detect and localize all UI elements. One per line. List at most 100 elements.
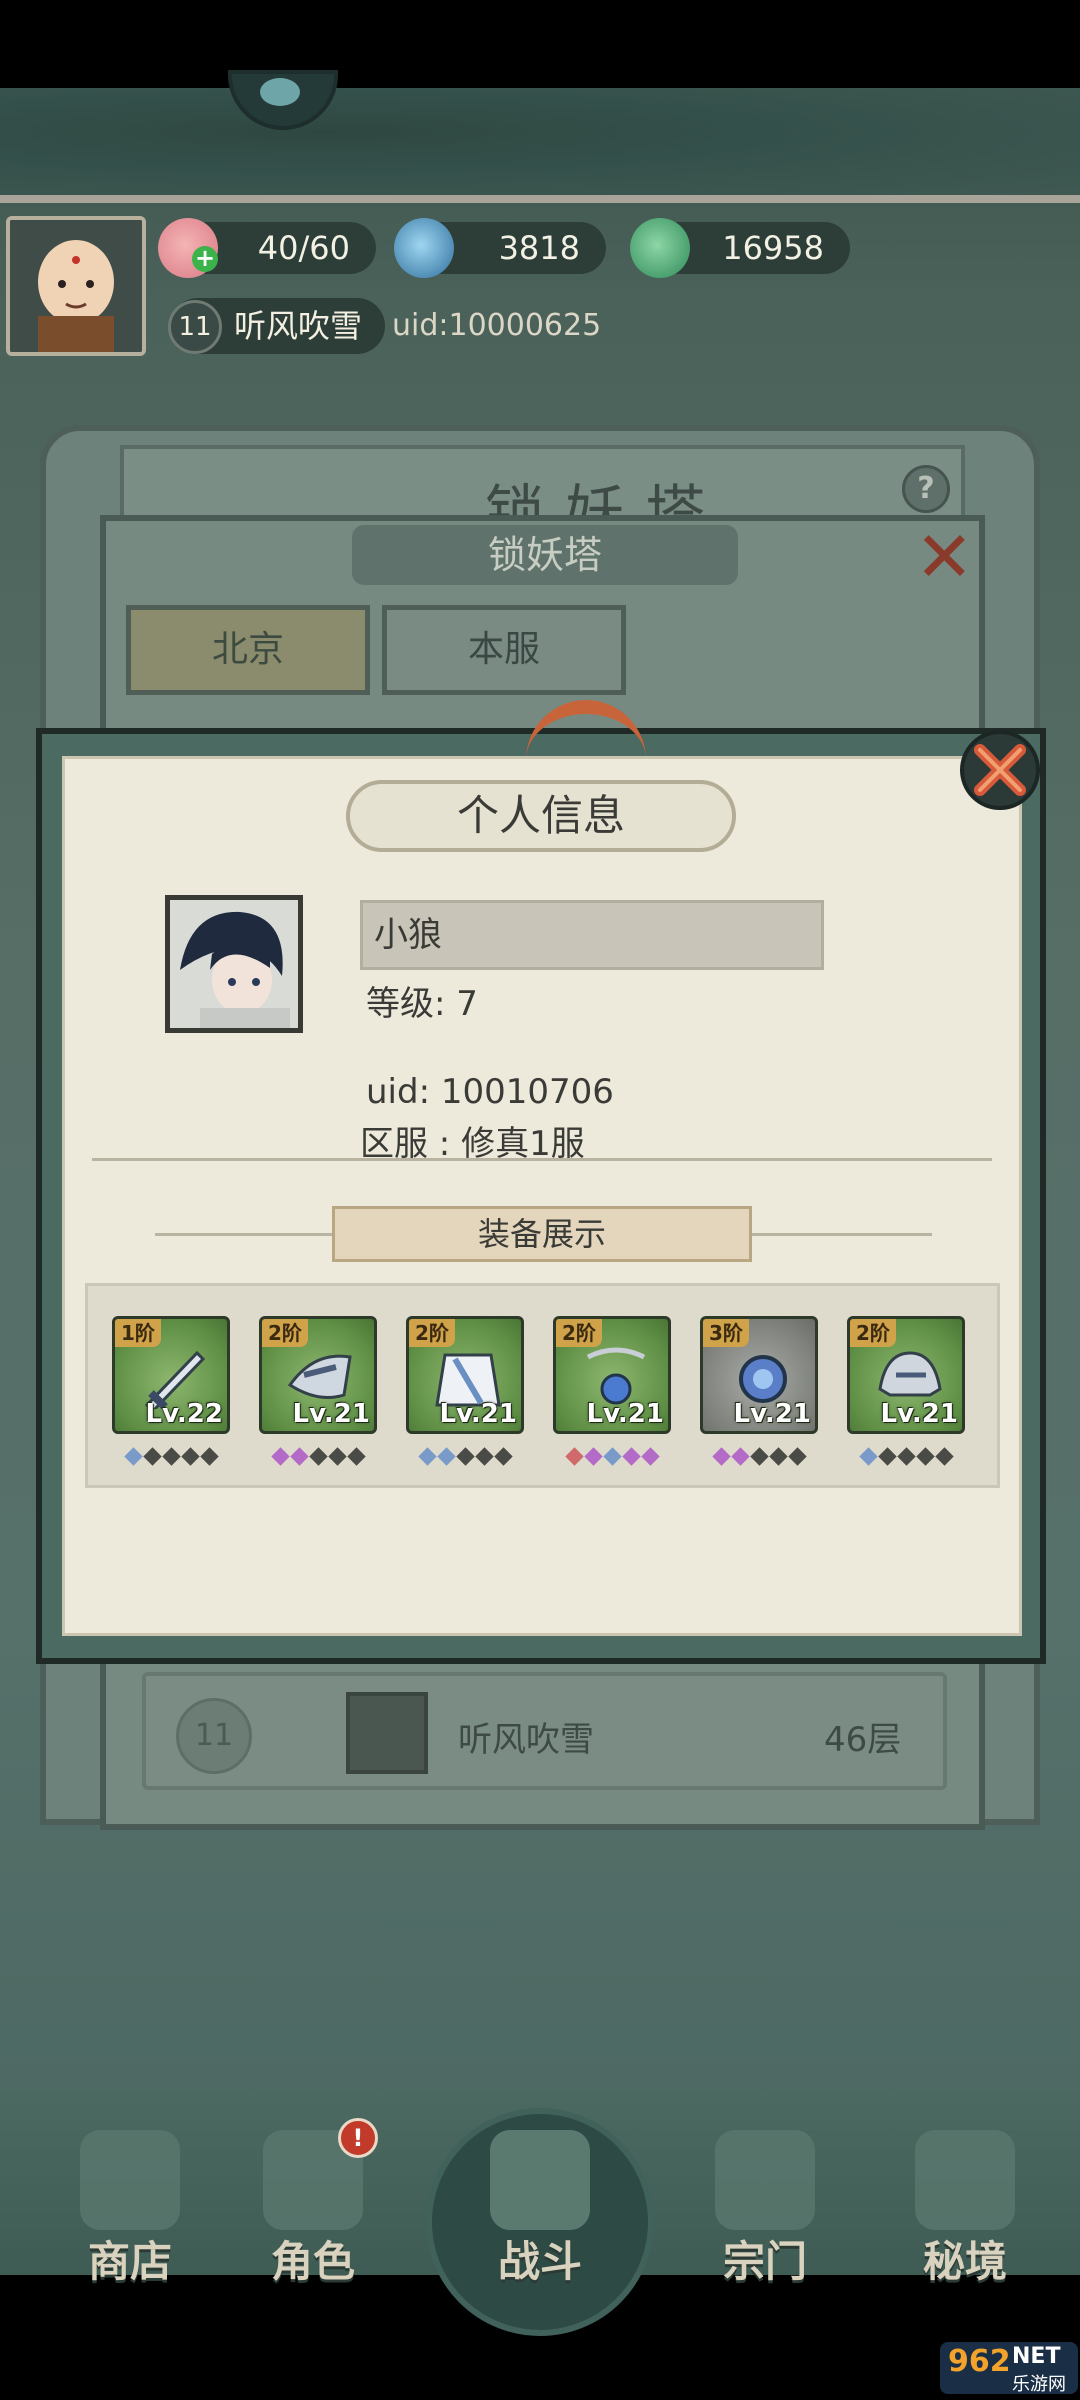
- equipment-tier: 2阶: [556, 1319, 602, 1347]
- gem-icon: [180, 1447, 200, 1466]
- nav-shop-label: 商店: [87, 2237, 172, 2286]
- gem-icon: [493, 1447, 513, 1466]
- gem-icon: [858, 1447, 878, 1466]
- gem-icon: [564, 1447, 584, 1466]
- gem-icon: [640, 1447, 660, 1466]
- modal-title: 个人信息: [456, 791, 625, 840]
- gem-icon: [896, 1447, 916, 1466]
- equipment-level: Lv.21: [880, 1399, 958, 1429]
- equipment-slot-sword[interactable]: 1阶 Lv.22: [112, 1316, 230, 1434]
- profile-avatar: [165, 895, 303, 1033]
- watermark-text-a: 962: [948, 2344, 1011, 2379]
- player-level-badge: 11: [168, 300, 222, 354]
- currency-1-value: 3818: [498, 229, 580, 267]
- equipment-slot-robe[interactable]: 2阶 Lv.21: [406, 1316, 524, 1434]
- profile-uid: uid: 10010706: [366, 1072, 614, 1112]
- equipment-slot-ring[interactable]: 3阶 Lv.21: [700, 1316, 818, 1434]
- profile-level: 等级: 7: [366, 984, 478, 1024]
- gem-icon: [621, 1447, 641, 1466]
- help-icon[interactable]: ?: [902, 465, 950, 513]
- gem-icon: [455, 1447, 475, 1466]
- rank-row-floor: 46层: [824, 1720, 902, 1760]
- notification-badge: !: [338, 2118, 378, 2158]
- tab-beijing[interactable]: 北京: [126, 605, 370, 695]
- gem-slots: [700, 1447, 818, 1467]
- gem-icon: [768, 1447, 788, 1466]
- nav-battle-label: 战斗: [497, 2237, 582, 2286]
- gem-icon: [289, 1447, 309, 1466]
- gem-icon: [142, 1447, 162, 1466]
- equipment-level: Lv.21: [292, 1399, 370, 1429]
- player-avatar[interactable]: [6, 216, 146, 356]
- gem-slots: [112, 1447, 230, 1467]
- gem-icon: [346, 1447, 366, 1466]
- equipment-title: 装备展示: [477, 1215, 606, 1253]
- gem-icon: [934, 1447, 954, 1466]
- player-name: 听风吹雪: [234, 307, 363, 345]
- gem-icon: [583, 1447, 603, 1466]
- equipment-slot-shoulder-armor[interactable]: 2阶 Lv.21: [259, 1316, 377, 1434]
- player-uid: uid:10000625: [392, 308, 602, 343]
- watermark-text-c: 乐游网: [1012, 2374, 1066, 2395]
- equipment-slot-helmet[interactable]: 2阶 Lv.21: [847, 1316, 965, 1434]
- section-line-right: [752, 1233, 932, 1236]
- nav-sect-label: 宗门: [722, 2237, 807, 2286]
- gem-slots: [553, 1447, 671, 1467]
- section-line-left: [155, 1233, 335, 1236]
- gem-icon: [787, 1447, 807, 1466]
- add-stamina-button[interactable]: +: [192, 246, 218, 272]
- gem-icon: [123, 1447, 143, 1466]
- ranking-title: 锁妖塔: [487, 533, 602, 577]
- rank-row-avatar: [346, 1692, 428, 1774]
- sect-gate-icon: [715, 2130, 815, 2230]
- gem-icon: [711, 1447, 731, 1466]
- gem-icon: [161, 1447, 181, 1466]
- equipment-tier: 2阶: [262, 1319, 308, 1347]
- gem-icon: [436, 1447, 456, 1466]
- rank-row-name: 听风吹雪: [458, 1720, 594, 1760]
- currency-2-value: 16958: [722, 229, 824, 267]
- gem-icon: [417, 1447, 437, 1466]
- gem-icon: [877, 1447, 897, 1466]
- close-icon[interactable]: [958, 728, 1042, 812]
- nav-character-label: 角色: [270, 2237, 355, 2286]
- gem-slots: [847, 1447, 965, 1467]
- header-divider: [0, 195, 1080, 203]
- profile-name: 小狼: [374, 915, 442, 955]
- gem-icon: [749, 1447, 769, 1466]
- stamina-value: 40/60: [257, 229, 350, 267]
- gem-slots: [259, 1447, 377, 1467]
- watermark-text-b: NET: [1012, 2344, 1061, 2369]
- gem-icon: [308, 1447, 328, 1466]
- equipment-level: Lv.22: [145, 1399, 223, 1429]
- shop-icon: [80, 2130, 180, 2230]
- spirit-stone-icon[interactable]: [394, 218, 454, 278]
- gem-icon: [327, 1447, 347, 1466]
- gem-slots: [406, 1447, 524, 1467]
- gem-icon: [199, 1447, 219, 1466]
- gem-icon: [915, 1447, 935, 1466]
- gem-icon: [474, 1447, 494, 1466]
- equipment-tier: 3阶: [703, 1319, 749, 1347]
- jade-dragon-icon[interactable]: [630, 218, 690, 278]
- secret-realm-icon: [915, 2130, 1015, 2230]
- equipment-level: Lv.21: [439, 1399, 517, 1429]
- nav-secret-realm-label: 秘境: [922, 2237, 1007, 2286]
- gem-icon: [270, 1447, 290, 1466]
- tab-local-server[interactable]: 本服: [382, 605, 626, 695]
- divider: [92, 1158, 992, 1161]
- gem-icon: [602, 1447, 622, 1466]
- personal-info-modal: [62, 756, 1022, 1636]
- equipment-slot-pendant[interactable]: 2阶 Lv.21: [553, 1316, 671, 1434]
- ranking-close-icon[interactable]: ✕: [915, 522, 974, 592]
- top-scenery: [0, 88, 1080, 198]
- equipment-level: Lv.21: [586, 1399, 664, 1429]
- equipment-tier: 1阶: [115, 1319, 161, 1347]
- game-screen: 40/60 + 3818 16958 11 听风吹雪 uid:10000625 …: [0, 0, 1080, 2400]
- crossed-swords-icon: [490, 2130, 590, 2230]
- equipment-level: Lv.21: [733, 1399, 811, 1429]
- gem-icon: [730, 1447, 750, 1466]
- rank-number: 11: [176, 1698, 252, 1774]
- equipment-tier: 2阶: [850, 1319, 896, 1347]
- equipment-tier: 2阶: [409, 1319, 455, 1347]
